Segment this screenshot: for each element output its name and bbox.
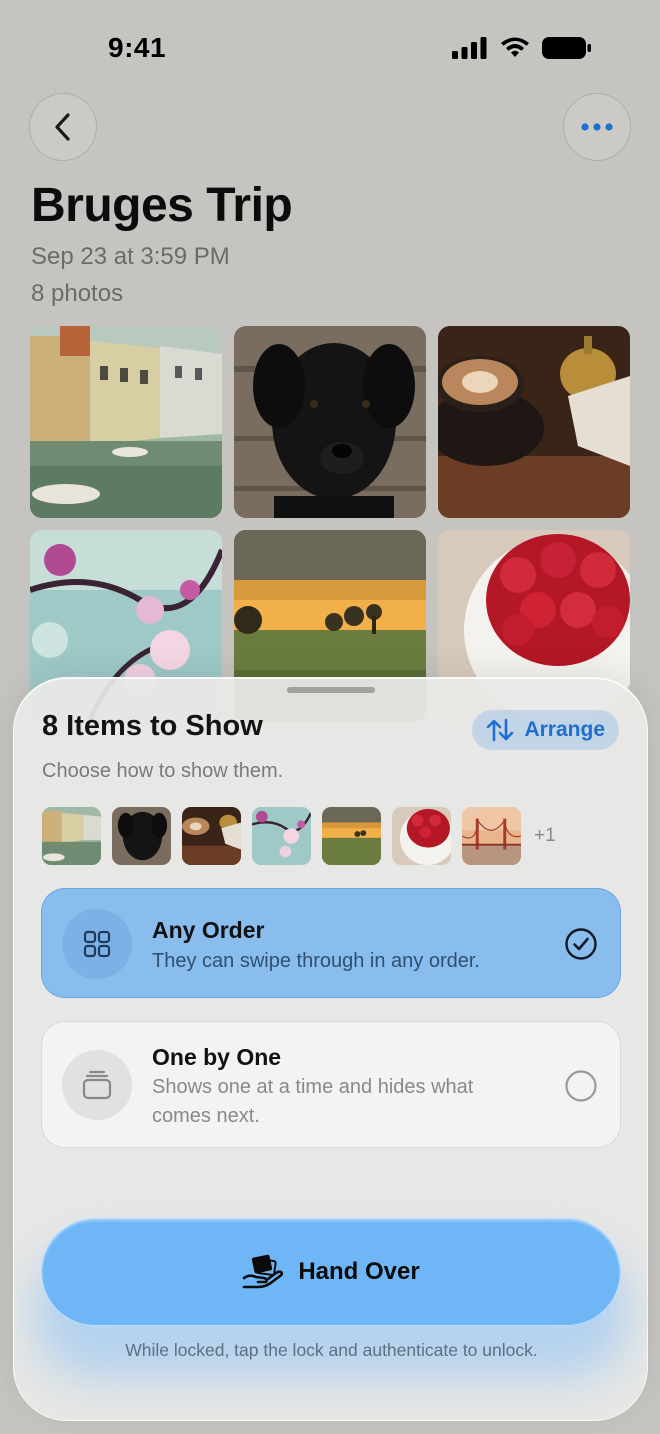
more-items-count: +1 xyxy=(534,825,556,846)
hand-over-icon xyxy=(243,1254,284,1289)
lock-footnote: While locked, tap the lock and authentic… xyxy=(125,1340,538,1360)
ellipsis-icon xyxy=(581,123,613,131)
photo-latte-coffee[interactable] xyxy=(438,326,630,518)
arrange-label: Arrange xyxy=(524,718,605,741)
option-any-order[interactable]: Any Order They can swipe through in any … xyxy=(41,888,621,998)
battery-icon xyxy=(542,37,591,59)
sheet-subtitle: Choose how to show them. xyxy=(42,760,284,782)
thumbnail-bruges-canal xyxy=(42,807,101,865)
hand-over-button[interactable]: Hand Over xyxy=(41,1218,621,1326)
option-icon-container xyxy=(62,909,132,979)
arrange-button[interactable]: Arrange xyxy=(472,710,619,750)
grid-icon xyxy=(83,930,111,958)
photo-bruges-canal[interactable] xyxy=(30,326,222,518)
album-title: Bruges Trip xyxy=(31,179,293,232)
photo-black-puppy[interactable] xyxy=(234,326,426,518)
wifi-icon xyxy=(501,37,529,57)
photo-grid xyxy=(30,326,630,722)
option-icon-container xyxy=(62,1050,132,1120)
back-button[interactable] xyxy=(29,93,97,161)
album-date: Sep 23 at 3:59 PM xyxy=(31,243,230,270)
sheet-grabber[interactable] xyxy=(287,687,375,693)
option-title: One by One xyxy=(152,1044,282,1070)
unselected-circle-icon xyxy=(565,1070,597,1102)
option-one-by-one[interactable]: One by One Shows one at a time and hides… xyxy=(41,1021,621,1148)
stack-icon xyxy=(82,1070,112,1100)
selected-thumbnails: +1 xyxy=(42,807,556,865)
cellular-signal-icon xyxy=(452,37,487,59)
thumbnail-black-puppy xyxy=(112,807,171,865)
chevron-left-icon xyxy=(55,113,70,141)
option-description: Shows one at a time and hides what comes… xyxy=(152,1076,474,1127)
sheet-title: 8 Items to Show xyxy=(42,710,263,742)
option-description: They can swipe through in any order. xyxy=(152,950,480,972)
checkmark-circle-icon xyxy=(565,928,597,960)
thumbnail-golden-gate-bridge xyxy=(462,807,521,865)
thumbnail-raspberries-bowl xyxy=(392,807,451,865)
arrows-up-down-icon xyxy=(487,718,514,742)
status-time: 9:41 xyxy=(108,32,167,63)
thumbnail-sunset-field xyxy=(322,807,381,865)
show-items-sheet: 8 Items to Show Arrange Choose how to sh… xyxy=(13,677,648,1421)
option-title: Any Order xyxy=(152,917,265,943)
hand-over-label: Hand Over xyxy=(298,1258,420,1285)
status-icons xyxy=(452,36,592,60)
thumbnail-cherry-blossom xyxy=(252,807,311,865)
thumbnail-latte-coffee xyxy=(182,807,241,865)
more-options-button[interactable] xyxy=(563,93,631,161)
album-photo-count: 8 photos xyxy=(31,280,124,307)
status-bar: 9:41 xyxy=(0,0,660,90)
